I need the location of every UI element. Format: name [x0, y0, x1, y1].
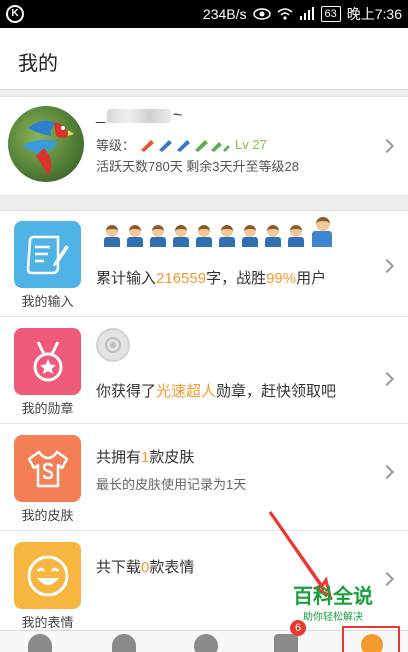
winner-figure [309, 217, 335, 247]
input-caption: 我的输入 [21, 294, 74, 309]
tab-store[interactable]: 6 [266, 620, 306, 652]
status-right: 234B/s 63 晚上7:36 [203, 0, 402, 28]
medal-summary-suffix: 勋章，赶快领取吧 [216, 383, 337, 400]
medal-name: 光速超人 [156, 383, 217, 400]
avatar[interactable] [8, 106, 84, 182]
medal-summary-prefix: 你获得了 [96, 383, 157, 400]
input-count: 216559 [156, 270, 207, 287]
notification-badge: 6 [290, 620, 306, 636]
medal-chevron-icon [379, 371, 395, 387]
network-speed: 234B/s [202, 6, 247, 22]
page-header: 我的 [0, 28, 408, 90]
medal-tile [14, 328, 81, 395]
input-tile [14, 221, 81, 288]
medal-summary: 你获得了光速超人勋章，赶快领取吧 [96, 380, 336, 401]
blurred-name [106, 108, 171, 123]
tab-emoji[interactable] [186, 634, 226, 652]
skin-record-text: 最长的皮肤使用记录为1天 [96, 477, 247, 492]
level-label: 等级： [96, 138, 136, 153]
skin-caption: 我的皮肤 [21, 508, 74, 523]
profile-chevron-icon [379, 138, 395, 154]
battery-icon: 63 [320, 6, 341, 22]
list-item-medal[interactable]: 我的勋章 你获得了光速超人勋章，赶快领取吧 [0, 318, 408, 424]
page-title: 我的 [18, 53, 58, 75]
smiley-icon [27, 555, 68, 596]
silver-medal-icon [96, 328, 130, 362]
tshirt-icon [27, 450, 68, 487]
signal-icon [299, 7, 314, 20]
user-name-prefix: _ [96, 107, 105, 124]
person-figure [194, 225, 214, 247]
active-days-text: 活跃天数780天 剩余3天升至等级28 [96, 159, 299, 174]
wifi-icon [277, 8, 292, 20]
tab-home[interactable] [20, 634, 60, 652]
emoji-caption: 我的表情 [21, 615, 74, 630]
level-row: 等级： Lv 27 [96, 135, 267, 154]
beat-percent: 99% [266, 270, 297, 287]
clock: 晚上7:36 [346, 6, 402, 22]
status-bar: K 234B/s 63 晚上7:36 [0, 0, 408, 28]
skin-summary-suffix: 款皮肤 [149, 449, 195, 466]
input-chevron-icon [379, 258, 395, 274]
app-notification-icon: K [6, 5, 24, 23]
user-name: _ ~ [96, 107, 182, 125]
tab-skin[interactable] [104, 634, 144, 652]
person-figure [102, 225, 122, 247]
person-figure [125, 225, 145, 247]
person-figure [286, 225, 306, 247]
medal-star-icon [33, 340, 62, 381]
parrot-icon [22, 120, 74, 176]
person-figure [148, 225, 168, 247]
skin-tile [14, 435, 81, 502]
profile-card[interactable]: _ ~ 等级： Lv 27 活跃天数780天 剩余3天升至等级28 [0, 96, 408, 196]
person-figure [240, 225, 260, 247]
list-item-skin[interactable]: 我的皮肤 共拥有1款皮肤 最长的皮肤使用记录为1天 [0, 425, 408, 531]
document-pen-icon [26, 235, 69, 274]
bag-icon [274, 634, 298, 652]
person-figure [171, 225, 191, 247]
emoji-tile [14, 542, 81, 609]
user-name-suffix: ~ [172, 107, 183, 124]
watermark-title: 百科全说 [293, 586, 373, 608]
shirt-icon [112, 634, 136, 652]
person-figure [217, 225, 237, 247]
emoji-summary-prefix: 共下载 [96, 559, 142, 576]
watermark: 百科全说 助你轻松解决 [288, 586, 378, 623]
input-summary-prefix: 累计输入 [96, 270, 157, 287]
skin-summary: 共拥有1款皮肤 [96, 446, 194, 467]
list-item-input[interactable]: 我的输入 累计输入216559字，战胜99%用户 [0, 211, 408, 317]
emoji-summary: 共下载0款表情 [96, 556, 194, 577]
feature-list: 我的输入 累计输入216559字，战胜99%用户 我的勋章 你获得了光速超人勋章… [0, 210, 408, 630]
eye-icon [252, 8, 271, 20]
skin-summary-prefix: 共拥有 [96, 449, 142, 466]
input-summary-suffix: 用户 [296, 270, 327, 287]
ranking-figures [102, 217, 335, 247]
medal-caption: 我的勋章 [21, 401, 74, 416]
level-value: Lv 27 [235, 137, 267, 152]
input-summary-mid: 字，战胜 [206, 270, 267, 287]
person-figure [263, 225, 283, 247]
user-icon [361, 634, 383, 652]
home-icon [28, 634, 52, 652]
skin-chevron-icon [379, 464, 395, 480]
emoji-chevron-icon [379, 571, 395, 587]
input-summary: 累计输入216559字，战胜99%用户 [96, 267, 326, 288]
face-icon [194, 634, 218, 652]
tab-me[interactable] [342, 626, 400, 652]
emoji-summary-suffix: 款表情 [149, 559, 195, 576]
pen-level-icons [141, 139, 231, 152]
